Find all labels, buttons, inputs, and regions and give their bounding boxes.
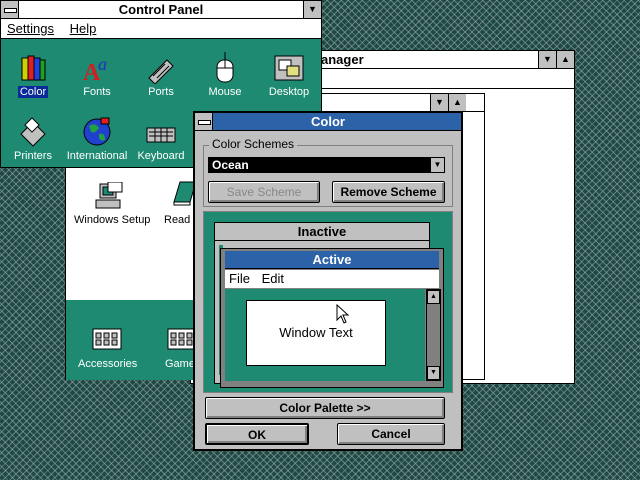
cp-mouse-item[interactable]: Mouse <box>193 52 257 98</box>
program-manager-title: anager <box>321 52 364 67</box>
preview-window-text: Window Text <box>246 300 386 366</box>
maximize-button[interactable]: ▲ <box>556 51 574 68</box>
color-preview[interactable]: Inactive Active File Edit Window Text ▲ … <box>203 211 453 393</box>
cp-fonts-item[interactable]: A a Fonts <box>65 52 129 98</box>
accessories-group-icon[interactable] <box>92 328 122 350</box>
preview-menu-file: File <box>229 271 250 286</box>
program-manager-workspace: Accessories Game <box>66 300 197 380</box>
international-icon <box>81 116 113 148</box>
control-panel-titlebar[interactable]: Control Panel <box>1 1 321 19</box>
svg-text:a: a <box>98 54 107 74</box>
color-dialog: Color Color Schemes Ocean ▼ Save Scheme … <box>193 111 463 451</box>
preview-active-window: Active File Edit Window Text ▲ ▼ <box>220 248 444 388</box>
printers-icon <box>17 116 49 148</box>
preview-scrollbar: ▲ ▼ <box>426 289 441 381</box>
cp-keyboard-item[interactable]: Keyboard <box>129 116 193 162</box>
menu-help[interactable]: Help <box>64 19 103 39</box>
minimize-button[interactable]: ▼ <box>538 51 556 68</box>
group-minimize-button[interactable]: ▼ <box>430 94 448 111</box>
control-panel-minimize-button[interactable]: ▼ <box>303 1 321 18</box>
color-scheme-dropdown[interactable]: Ocean ▼ <box>208 157 445 173</box>
cp-printers-item[interactable]: Printers <box>1 116 65 162</box>
color-icon <box>17 52 49 84</box>
windows-setup-label: Windows Setup <box>74 214 151 226</box>
preview-menubar: File Edit <box>225 270 439 288</box>
save-scheme-button[interactable]: Save Scheme <box>208 181 320 203</box>
preview-active-title: Active <box>225 251 439 269</box>
control-panel-system-menu-button[interactable] <box>1 1 19 18</box>
control-panel-menubar: Settings Help <box>1 19 321 39</box>
cp-desktop-item[interactable]: Desktop <box>257 52 321 98</box>
color-schemes-label: Color Schemes <box>209 137 298 151</box>
menu-settings[interactable]: Settings <box>1 19 60 39</box>
ok-button[interactable]: OK <box>205 423 309 445</box>
color-palette-button[interactable]: Color Palette >> <box>205 397 445 419</box>
color-dialog-system-menu-button[interactable] <box>195 113 213 130</box>
games-label: Game <box>165 358 195 370</box>
control-panel-title: Control Panel <box>118 2 204 17</box>
ports-icon <box>145 52 177 85</box>
group-maximize-button[interactable]: ▲ <box>448 94 466 111</box>
remove-scheme-button[interactable]: Remove Scheme <box>332 181 445 203</box>
preview-inactive-title: Inactive <box>215 223 429 241</box>
mouse-pointer-icon <box>336 304 350 324</box>
cp-ports-item[interactable]: Ports <box>129 52 193 98</box>
mouse-icon <box>209 52 241 84</box>
color-dialog-title: Color <box>311 114 345 129</box>
keyboard-icon <box>145 116 177 148</box>
cancel-button[interactable]: Cancel <box>337 423 445 445</box>
accessories-label: Accessories <box>78 358 138 370</box>
color-dialog-titlebar[interactable]: Color <box>195 113 461 131</box>
cp-color-item[interactable]: Color <box>1 52 65 98</box>
fonts-icon: A a <box>81 52 113 86</box>
color-scheme-value: Ocean <box>212 158 249 172</box>
readme-label: Read <box>164 214 191 226</box>
cp-international-item[interactable]: International <box>65 116 129 162</box>
scroll-down-icon: ▼ <box>427 366 440 380</box>
desktop-icon <box>273 52 305 84</box>
preview-menu-edit: Edit <box>261 271 284 286</box>
chevron-down-icon[interactable]: ▼ <box>430 158 444 172</box>
windows-setup-icon[interactable] <box>94 181 126 212</box>
scroll-up-icon: ▲ <box>427 290 440 304</box>
